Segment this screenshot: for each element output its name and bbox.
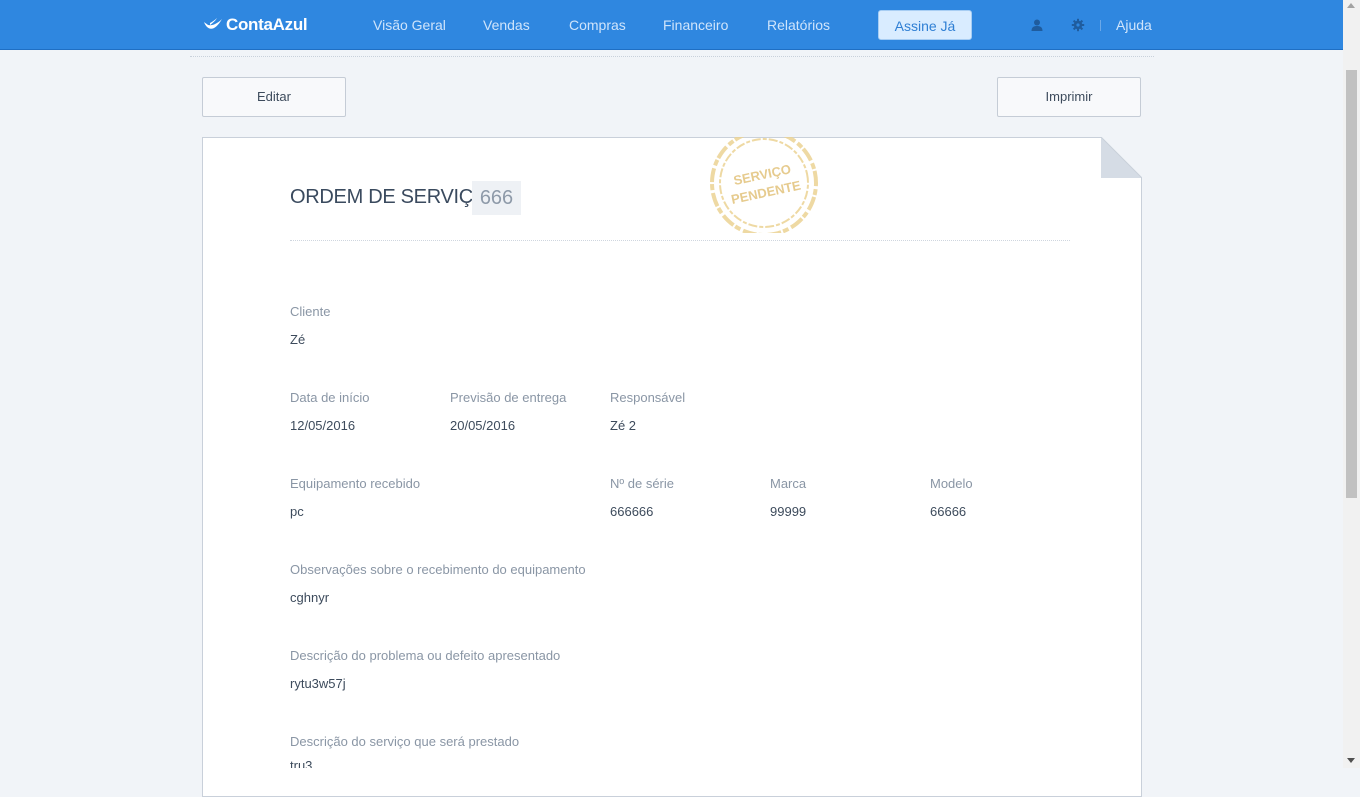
due-date-label: Previsão de entrega [450,390,567,405]
scroll-up-arrow-icon[interactable] [1347,3,1355,8]
contaazul-logo[interactable]: ContaAzul [203,14,308,36]
serial-value: 666666 [610,504,654,519]
start-date-label: Data de início [290,390,370,405]
nav-relatorios[interactable]: Relatórios [767,17,830,33]
service-label: Descrição do serviço que será prestado [290,734,520,749]
receipt-notes-label: Observações sobre o recebimento do equip… [290,562,586,577]
header-divider [190,56,1154,57]
title-divider [290,240,1070,241]
start-date-value: 12/05/2016 [290,418,356,433]
order-number-badge: 666 [472,181,521,215]
top-navbar: ContaAzul Visão Geral Vendas Compras Fin… [0,0,1343,50]
bird-icon [204,18,222,29]
gear-icon[interactable] [1071,18,1085,32]
subscribe-button[interactable]: Assine Já [878,10,972,40]
scroll-down-arrow-icon[interactable] [1347,758,1355,763]
client-value: Zé [290,332,306,347]
logo-text: ContaAzul [226,15,308,34]
scrollbar-thumb[interactable] [1346,70,1357,498]
brand-value: 99999 [770,504,807,519]
nav-vendas[interactable]: Vendas [483,17,530,33]
help-link[interactable]: Ajuda [1116,17,1152,33]
responsible-value: Zé 2 [610,418,637,433]
due-date-value: 20/05/2016 [450,418,516,433]
serial-label: Nº de série [610,476,674,491]
page-title: ORDEM DE SERVIÇO [290,186,489,208]
print-button[interactable]: Imprimir [997,77,1141,117]
model-value: 66666 [930,504,967,519]
service-value: tru3 [290,758,313,768]
responsible-label: Responsável [610,390,686,405]
user-icon[interactable] [1030,18,1044,32]
equipment-label: Equipamento recebido [290,476,421,491]
nav-divider [1100,20,1101,31]
client-label: Cliente [290,304,331,319]
pending-service-stamp: SERVIÇO PENDENTE [710,137,818,233]
nav-visao-geral[interactable]: Visão Geral [373,17,446,33]
problem-value: rytu3w57j [290,676,346,691]
equipment-value: pc [290,504,304,519]
nav-compras[interactable]: Compras [569,17,626,33]
receipt-notes-value: cghnyr [290,590,330,605]
model-label: Modelo [930,476,973,491]
nav-financeiro[interactable]: Financeiro [663,17,728,33]
problem-label: Descrição do problema ou defeito apresen… [290,648,561,663]
brand-label: Marca [770,476,807,491]
edit-button[interactable]: Editar [202,77,346,117]
service-order-sheet [202,137,1142,797]
page-fold-corner [1101,137,1142,178]
